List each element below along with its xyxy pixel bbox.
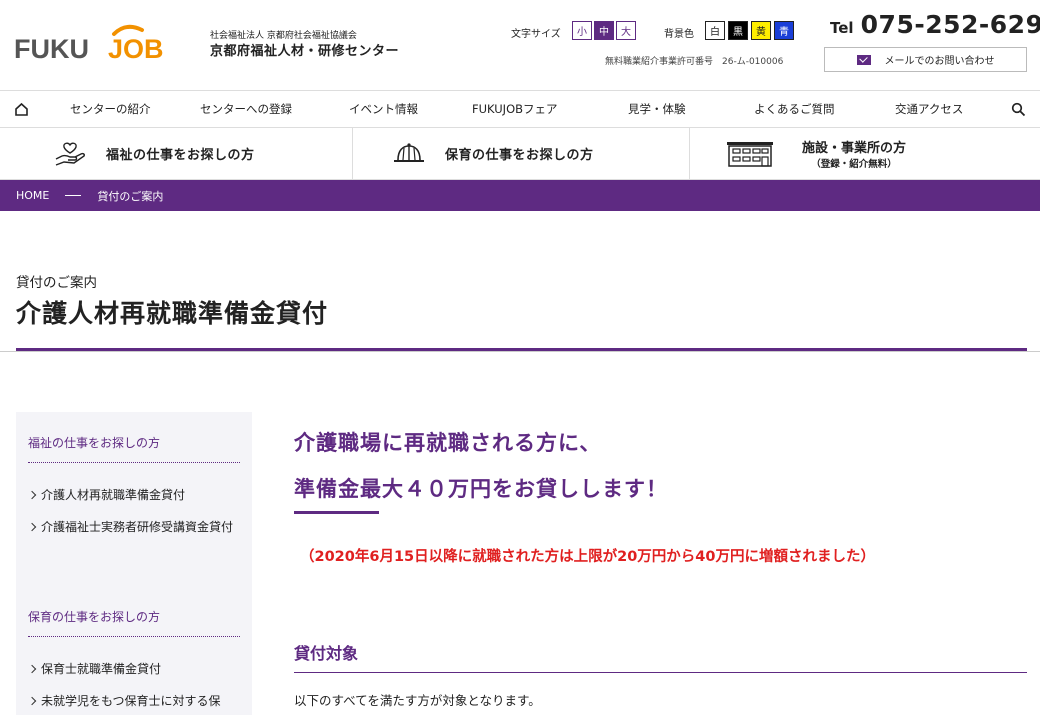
category-facility-label: 施設・事業所の方 （登録・紹介無料） (802, 137, 906, 170)
fukujob-logo[interactable]: FUKU JOB (14, 22, 196, 62)
nav-faq[interactable]: よくあるご質問 (754, 91, 835, 128)
breadcrumb-home[interactable]: HOME (16, 189, 49, 202)
email-contact-button[interactable]: メールでのお問い合わせ (824, 47, 1027, 72)
category-bar: 福祉の仕事をお探しの方 保育の仕事をお探しの方 施設・事業所の方 （登録・紹介無… (0, 128, 1040, 180)
sidebar-heading-welfare: 福祉の仕事をお探しの方 (28, 436, 161, 450)
background-color-switcher: 白 黒 黄 青 (705, 21, 797, 40)
building-icon (727, 141, 773, 167)
org-sub-label: 社会福祉法人 京都府社会福祉協議会 (210, 31, 357, 41)
mail-icon (856, 54, 871, 65)
bg-blue-button[interactable]: 青 (774, 21, 794, 40)
category-welfare[interactable]: 福祉の仕事をお探しの方 (54, 128, 255, 179)
hand-heart-icon (55, 142, 85, 166)
sidebar-heading-childcare: 保育の仕事をお探しの方 (28, 610, 161, 624)
category-divider (352, 128, 353, 179)
breadcrumb-current: 貸付のご案内 (97, 189, 164, 203)
section-text-eligibility: 以下のすべてを満たす方が対象となります。 (294, 693, 541, 708)
email-contact-label: メールでのお問い合わせ (884, 56, 995, 67)
sidebar-divider (28, 462, 240, 463)
category-facility-title: 施設・事業所の方 (802, 141, 907, 156)
category-welfare-label: 福祉の仕事をお探しの方 (106, 148, 255, 163)
nav-about[interactable]: センターの紹介 (70, 91, 151, 128)
sidebar-divider (28, 636, 240, 637)
page-subtitle: 貸付のご案内 (16, 275, 97, 291)
organization-name: 社会福祉法人 京都府社会福祉協議会 京都府福祉人材・研修センター (210, 30, 399, 61)
bg-white-button[interactable]: 白 (705, 21, 725, 40)
font-size-small-button[interactable]: 小 (572, 21, 592, 40)
phone-number[interactable]: Tel 075-252-6297 (830, 10, 1040, 39)
bg-yellow-button[interactable]: 黄 (751, 21, 771, 40)
sidebar-link-care-reemployment[interactable]: 介護人材再就職準備金貸付 (28, 483, 240, 508)
page-title: 介護人材再就職準備金貸付 (16, 299, 329, 328)
search-icon[interactable] (1011, 102, 1026, 117)
nav-access[interactable]: 交通アクセス (895, 91, 963, 128)
site-header: FUKU JOB 社会福祉法人 京都府社会福祉協議会 京都府福祉人材・研修センタ… (0, 0, 1040, 90)
font-size-large-button[interactable]: 大 (616, 21, 636, 40)
font-size-medium-button[interactable]: 中 (594, 21, 614, 40)
tel-number: 075-252-6297 (860, 10, 1040, 39)
category-facility-note: （登録・紹介無料） (811, 159, 897, 170)
childcare-hat-icon (394, 142, 424, 162)
sidebar-link-care-training[interactable]: 介護福祉士実務者研修受講資金貸付 (28, 515, 240, 540)
nav-events[interactable]: イベント情報 (349, 91, 418, 128)
bg-black-button[interactable]: 黒 (728, 21, 748, 40)
nav-fukujob-fair[interactable]: FUKUJOBフェア (472, 91, 558, 128)
breadcrumb: HOME 貸付のご案内 (0, 180, 1040, 211)
category-childcare[interactable]: 保育の仕事をお探しの方 (393, 128, 594, 179)
font-size-label: 文字サイズ (511, 29, 561, 40)
category-facility[interactable]: 施設・事業所の方 （登録・紹介無料） (726, 128, 906, 179)
home-icon[interactable] (14, 102, 29, 117)
breadcrumb-separator (65, 195, 82, 196)
sidebar-link-childcare-preschool[interactable]: 未就学児をもつ保育士に対する保 (28, 689, 240, 714)
nav-register[interactable]: センターへの登録 (200, 91, 292, 128)
background-color-label: 背景色 (664, 29, 694, 40)
font-size-switcher: 小 中 大 (572, 21, 638, 40)
title-divider (0, 351, 1040, 352)
increase-notice: （2020年6月15日以降に就職された方は上限が20万円から40万円に増額されま… (300, 549, 875, 565)
section-title-eligibility: 貸付対象 (294, 644, 359, 663)
sidebar-link-childcare-employment[interactable]: 保育士就職準備金貸付 (28, 657, 240, 682)
category-divider (689, 128, 690, 179)
lead-underline (294, 511, 379, 514)
lead-line-1: 介護職場に再就職される方に、 (294, 431, 602, 455)
svg-text:JOB: JOB (108, 34, 164, 62)
license-number: 無料職業紹介事業許可番号 26-ム-010006 (605, 57, 784, 67)
org-main-label: 京都府福祉人材・研修センター (210, 44, 400, 59)
category-childcare-label: 保育の仕事をお探しの方 (445, 148, 594, 163)
lead-heading: 介護職場に再就職される方に、 準備金最大４０万円をお貸しします！ (294, 420, 668, 512)
section-underline (294, 672, 1027, 673)
sidebar: 福祉の仕事をお探しの方 介護人材再就職準備金貸付 介護福祉士実務者研修受講資金貸… (16, 412, 252, 715)
global-nav: センターの紹介 センターへの登録 イベント情報 FUKUJOBフェア 見学・体験… (0, 90, 1040, 128)
svg-text:FUKU: FUKU (14, 34, 89, 62)
tel-label: Tel (830, 19, 854, 37)
nav-visit[interactable]: 見学・体験 (628, 91, 686, 128)
lead-line-2: 準備金最大４０万円をお貸しします！ (294, 477, 668, 501)
